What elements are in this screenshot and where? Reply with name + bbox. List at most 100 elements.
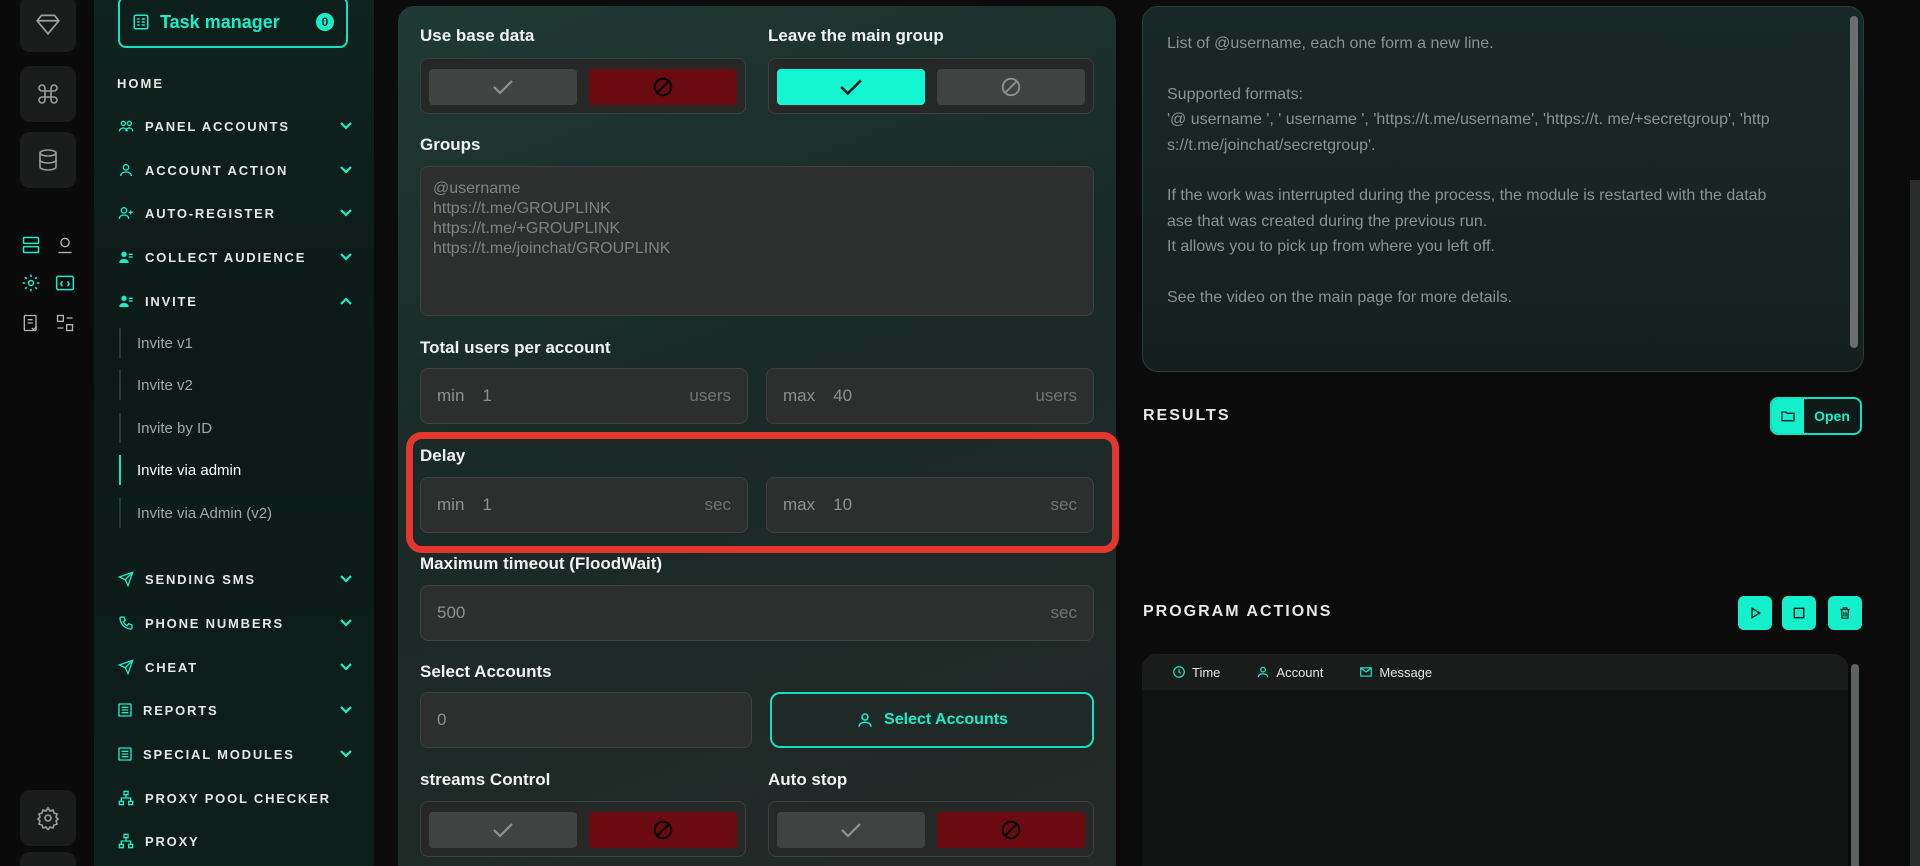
nav-label: CHEAT: [145, 659, 198, 675]
task-manager-button[interactable]: Task manager 0: [118, 0, 348, 48]
clock-icon: [1173, 666, 1185, 678]
input-value: 0: [437, 710, 447, 729]
chevron-down-icon: [340, 750, 352, 758]
streams-control-yes[interactable]: [429, 812, 577, 848]
groups-textarea[interactable]: @username https://t.me/GROUPLINK https:/…: [420, 166, 1094, 316]
input-value: 500: [437, 603, 466, 622]
task-manager-label: Task manager: [160, 11, 280, 32]
delete-button[interactable]: [1828, 596, 1862, 630]
leave-main-group-yes[interactable]: [777, 69, 925, 105]
nav-proxy-pool-checker[interactable]: PROXY POOL CHECKER: [117, 786, 353, 810]
log-scrollbar[interactable]: [1851, 664, 1859, 866]
nav-label: PANEL ACCOUNTS: [145, 118, 290, 134]
info-line: s://t.me/joinchat/secretgroup'.: [1167, 136, 1376, 154]
info-line: ase that was created during the previous…: [1167, 212, 1488, 230]
nav-special-modules[interactable]: SPECIAL MODULES: [117, 742, 353, 766]
phone-icon: [119, 616, 133, 630]
nav-phone-numbers[interactable]: PHONE NUMBERS: [117, 611, 353, 635]
play-button[interactable]: [1738, 596, 1772, 630]
database-rail-button[interactable]: [20, 132, 76, 188]
code-window-rail-button[interactable]: [52, 270, 78, 296]
diamond-rail-button[interactable]: [20, 0, 76, 52]
log-col-message[interactable]: Message: [1359, 665, 1432, 680]
submenu-invite-via-admin[interactable]: Invite via admin: [119, 455, 349, 485]
chevron-down-icon: [340, 209, 352, 217]
chevron-down-icon: [340, 166, 352, 174]
unit-label: sec: [1050, 603, 1077, 622]
server-list-rail-button[interactable]: [18, 232, 44, 258]
nav-label: PROXY: [145, 833, 200, 849]
command-rail-button[interactable]: [20, 66, 76, 122]
min-prefix: min: [437, 386, 465, 405]
results-title: RESULTS: [1143, 407, 1231, 424]
submenu-invite-via-admin-v2[interactable]: Invite via Admin (v2): [119, 498, 349, 528]
server-list-icon: [22, 236, 40, 254]
task-count-badge: 0: [316, 13, 334, 31]
streams-control-label: streams Control: [420, 770, 551, 789]
nav-collect-audience[interactable]: COLLECT AUDIENCE: [117, 245, 353, 269]
nav-auto-register[interactable]: AUTO-REGISTER: [117, 201, 353, 225]
gear-icon: [22, 274, 40, 292]
trash-icon: [1840, 607, 1850, 619]
submenu-invite-v2[interactable]: Invite v2: [119, 370, 349, 400]
nav-panel-accounts[interactable]: PANEL ACCOUNTS: [117, 114, 353, 138]
location-rail-button[interactable]: [52, 232, 78, 258]
streams-control-no[interactable]: [589, 812, 737, 848]
total-users-max-input[interactable]: max 40 users: [766, 368, 1094, 424]
icon-rail: [0, 0, 94, 866]
location-pin-icon: [58, 237, 72, 254]
info-line: '@ username ', ' username ', 'https://t.…: [1167, 111, 1770, 128]
network-icon: [118, 790, 134, 806]
user-icon: [120, 164, 132, 177]
select-accounts-button-label: Select Accounts: [884, 711, 1008, 728]
page-scrollbar[interactable]: [1910, 180, 1920, 866]
unit-label: users: [689, 386, 731, 405]
open-results-button[interactable]: Open: [1770, 397, 1862, 435]
submenu-invite-by-id[interactable]: Invite by ID: [119, 413, 349, 443]
folder-icon: [1781, 411, 1795, 422]
report-icon: [118, 703, 132, 717]
stop-button[interactable]: [1782, 596, 1816, 630]
use-base-data-no[interactable]: [589, 69, 737, 105]
select-accounts-button[interactable]: Select Accounts: [770, 692, 1094, 748]
auto-stop-yes[interactable]: [777, 812, 925, 848]
submenu-invite-v1[interactable]: Invite v1: [119, 328, 349, 358]
checklist-rail-button[interactable]: [18, 310, 44, 336]
chevron-down-icon: [340, 706, 352, 714]
nav-sending-sms[interactable]: SENDING SMS: [117, 567, 353, 591]
nav-invite[interactable]: INVITE: [117, 289, 353, 313]
command-icon: [38, 84, 58, 104]
nav-label: INVITE: [145, 293, 198, 309]
auto-stop-no[interactable]: [937, 812, 1085, 848]
send-check-icon: [117, 659, 134, 675]
use-base-data-yes[interactable]: [429, 69, 577, 105]
nav-account-action[interactable]: ACCOUNT ACTION: [117, 158, 353, 182]
timeout-input[interactable]: 500 sec: [420, 585, 1094, 641]
swap-rail-button[interactable]: [52, 310, 78, 336]
use-base-data-label: Use base data: [420, 26, 535, 45]
log-col-account[interactable]: Account: [1256, 665, 1323, 680]
extra-rail-button[interactable]: [20, 852, 76, 866]
total-users-min-input[interactable]: min 1 users: [420, 368, 748, 424]
selected-accounts-count[interactable]: 0: [420, 692, 752, 748]
leave-main-group-label: Leave the main group: [768, 26, 944, 45]
select-accounts-label: Select Accounts: [420, 662, 552, 681]
nav-home[interactable]: HOME: [117, 76, 164, 91]
check-icon: [493, 80, 513, 95]
chevron-down-icon: [340, 619, 352, 627]
auto-stop-label: Auto stop: [768, 770, 848, 789]
nav-cheat[interactable]: CHEAT: [117, 655, 353, 679]
open-button-label: Open: [1814, 408, 1850, 424]
users-icon: [118, 120, 134, 132]
nav-proxy[interactable]: PROXY: [117, 829, 353, 853]
info-scrollbar[interactable]: [1850, 16, 1858, 348]
settings-gear-rail-button[interactable]: [18, 270, 44, 296]
settings-rail-button[interactable]: [20, 790, 76, 846]
sidebar: Task manager 0 HOME PANEL ACCOUNTS ACCOU…: [94, 0, 374, 866]
log-col-time[interactable]: Time: [1172, 665, 1220, 680]
user-group-icon: [119, 251, 133, 263]
leave-main-group-no[interactable]: [937, 69, 1085, 105]
unit-label: users: [1035, 386, 1077, 405]
nav-reports[interactable]: REPORTS: [117, 698, 353, 722]
user-icon: [858, 713, 872, 727]
